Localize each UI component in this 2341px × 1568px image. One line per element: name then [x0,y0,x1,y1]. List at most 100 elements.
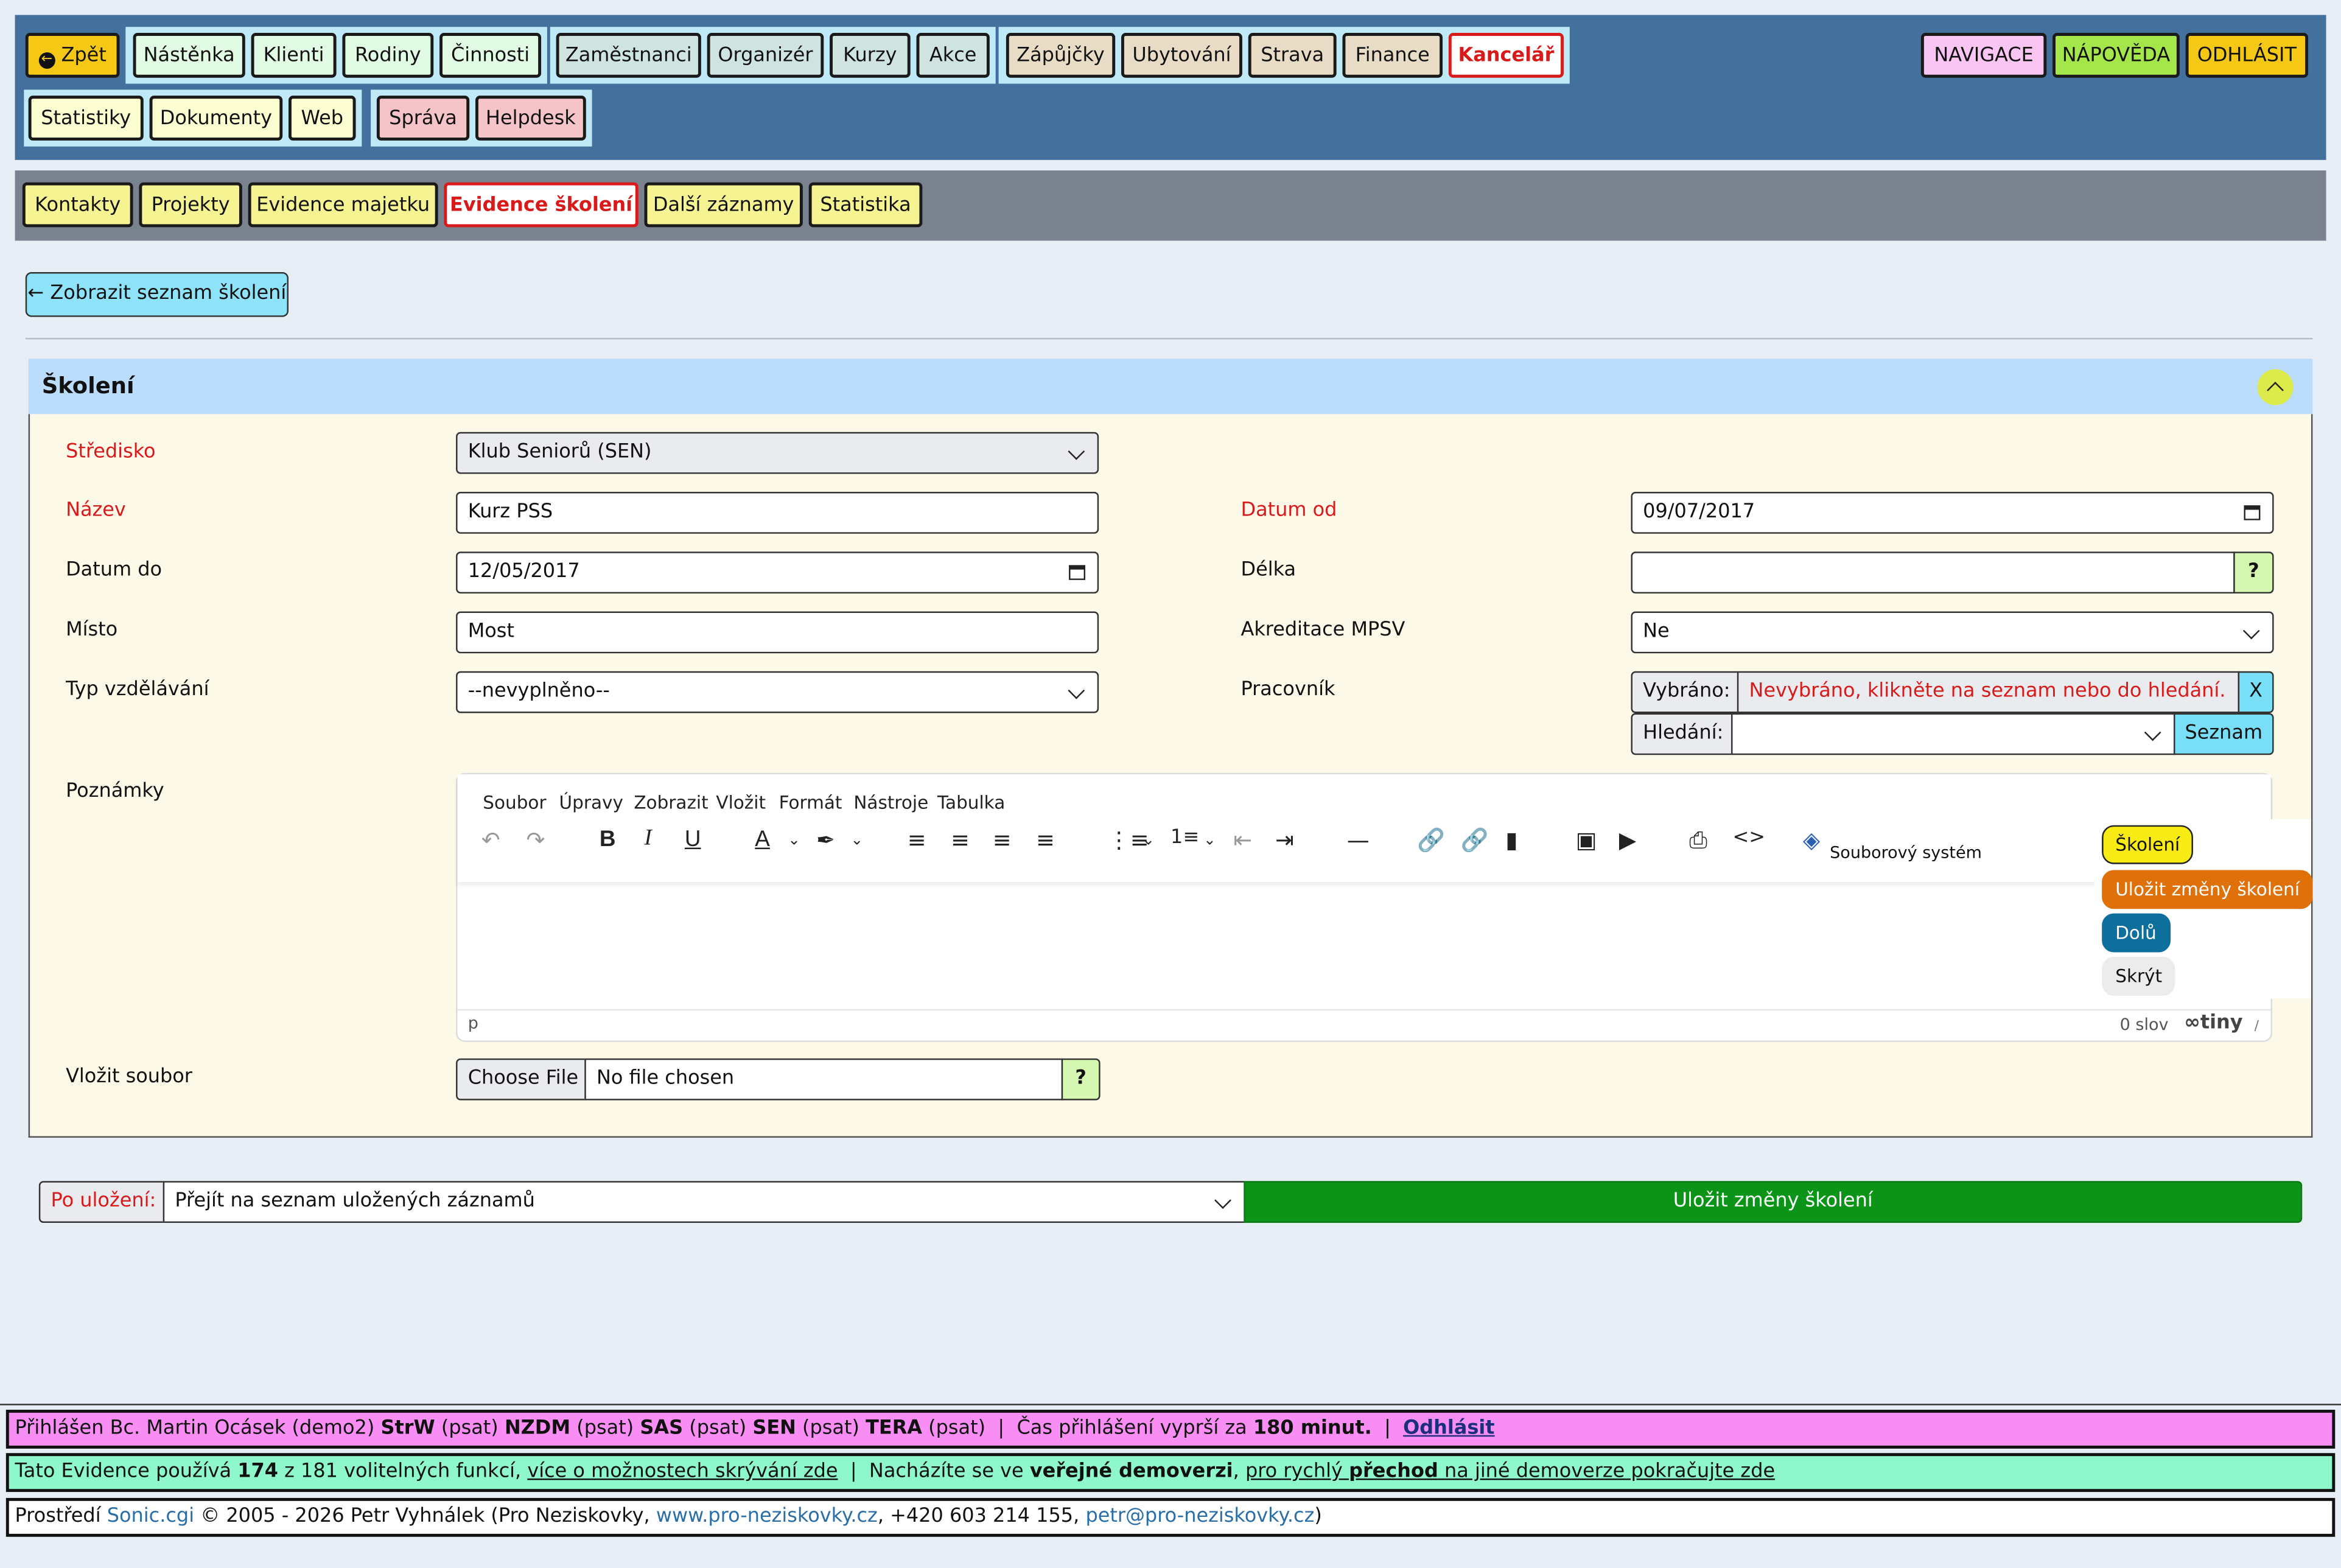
file-system-button[interactable]: Souborový systém [1830,843,1982,863]
nav-strava[interactable]: Strava [1248,33,1337,78]
bold-icon[interactable]: B [600,827,616,852]
nav-kancelar-active[interactable]: Kancelář [1448,33,1564,78]
subnav-projekty[interactable]: Projekty [139,182,242,228]
image-icon[interactable]: ▣ [1576,827,1597,853]
link-icon[interactable]: 🔗 [1417,827,1445,853]
menu-nastroje[interactable]: Nástroje [853,793,928,813]
nav-organizer[interactable]: Organizér [707,33,824,78]
align-justify-icon[interactable]: ≡ [1036,827,1055,853]
nav-finance[interactable]: Finance [1342,33,1443,78]
nav-web[interactable]: Web [289,96,356,141]
poznamky-label: Poznámky [66,780,164,803]
floating-hide-button[interactable]: Skrýt [2102,956,2176,996]
menu-tabulka[interactable]: Tabulka [937,793,1005,813]
highlight-dropdown-icon[interactable]: ⌄ [850,833,863,849]
media-icon[interactable]: ▶ [1619,827,1636,853]
highlight-icon[interactable]: ✒ [816,827,835,853]
back-button[interactable]: ← Zpět [25,33,120,78]
text-color-dropdown-icon[interactable]: ⌄ [788,833,800,849]
menu-upravy[interactable]: Úpravy [559,793,623,813]
odhlasit-button[interactable]: ODHLÁSIT [2185,33,2309,78]
numbered-list-icon[interactable]: 1≡ [1170,827,1199,849]
source-code-icon[interactable]: <> [1733,827,1766,849]
stredisko-select[interactable]: Klub Seniorů (SEN) [456,432,1099,474]
indent-icon[interactable]: ⇥ [1275,827,1294,853]
soubor-help-button[interactable]: ? [1061,1058,1101,1101]
text-color-icon[interactable]: A [755,827,770,852]
calendar-icon[interactable] [2244,504,2261,520]
after-save-select[interactable]: Přejít na seznam uložených záznamů [163,1181,1245,1223]
nav-statistiky[interactable]: Statistiky [28,96,144,141]
perm-mode: (psat) [689,1417,747,1440]
align-right-icon[interactable]: ≡ [993,827,1012,853]
menu-format[interactable]: Formát [779,793,842,813]
pracovnik-clear-button[interactable]: X [2238,671,2274,713]
resize-handle-icon[interactable]: ∕ [2255,1020,2259,1035]
floating-title-button[interactable]: Školení [2102,825,2194,864]
underline-icon[interactable]: U [685,827,701,852]
nav-kurzy[interactable]: Kurzy [830,33,911,78]
nazev-input[interactable]: Kurz PSS [456,492,1099,534]
hiding-options-link[interactable]: více o možnostech skrývání zde [527,1461,838,1483]
napoveda-button[interactable]: NÁPOVĚDA [2052,33,2180,78]
bullet-list-dropdown-icon[interactable]: ⌄ [1142,833,1155,849]
floating-down-button[interactable]: Dolů [2102,913,2170,953]
subnav-evidence-majetku[interactable]: Evidence majetku [248,182,438,228]
undo-icon[interactable]: ↶ [481,827,500,853]
file-system-icon[interactable]: ◈ [1803,827,1820,853]
align-left-icon[interactable]: ≡ [908,827,926,853]
choose-file-button[interactable]: Choose File [456,1058,586,1101]
product-link[interactable]: Sonic.cgi [107,1505,194,1528]
email-link[interactable]: petr@pro-neziskovky.cz [1085,1505,1314,1528]
datum-od-input[interactable]: 09/07/2017 [1631,492,2274,534]
subnav-kontakty[interactable]: Kontakty [22,182,133,228]
nav-nastenka[interactable]: Nástěnka [133,33,245,78]
nav-helpdesk[interactable]: Helpdesk [475,96,586,141]
horizontal-line-icon[interactable]: — [1347,827,1370,853]
subnav-evidence-skoleni-active[interactable]: Evidence školení [444,182,639,228]
floating-save-button[interactable]: Uložit změny školení [2102,870,2314,909]
misto-input[interactable]: Most [456,611,1099,654]
navigace-button[interactable]: NAVIGACE [1920,33,2047,78]
pracovnik-list-button[interactable]: Seznam [2174,713,2274,755]
outdent-icon[interactable]: ⇤ [1233,827,1252,853]
show-training-list-button[interactable]: ← Zobrazit seznam školení [25,271,289,317]
public-demo-text: veřejné demoverzi [1029,1460,1233,1483]
subnav-statistika[interactable]: Statistika [808,182,923,228]
website-link[interactable]: www.pro-neziskovky.cz [656,1505,878,1528]
datum-do-input[interactable]: 12/05/2017 [456,551,1099,594]
menu-zobrazit[interactable]: Zobrazit [634,793,708,813]
nav-cinnosti[interactable]: Činnosti [439,33,542,78]
nav-zamestnanci[interactable]: Zaměstnanci [556,33,701,78]
pracovnik-search-select[interactable] [1731,713,2175,755]
nav-zapujcky[interactable]: Zápůjčky [1006,33,1116,78]
italic-icon[interactable]: I [645,827,652,852]
perm-code: StrW [380,1417,435,1440]
nav-klienti[interactable]: Klienti [251,33,337,78]
typ-select[interactable]: --nevyplněno-- [456,671,1099,713]
align-center-icon[interactable]: ≡ [951,827,970,853]
bookmark-icon[interactable]: ▮ [1505,827,1517,853]
unlink-icon[interactable]: 🔗 [1461,827,1489,853]
other-demos-link[interactable]: pro rychlý přechod na jiné demoverze pok… [1245,1461,1775,1483]
delka-help-button[interactable]: ? [2233,551,2274,594]
subnav-dalsi-zaznamy[interactable]: Další záznamy [644,182,803,228]
nav-dokumenty[interactable]: Dokumenty [149,96,283,141]
nav-sprava[interactable]: Správa [376,96,470,141]
logout-link[interactable]: Odhlásit [1403,1417,1494,1440]
delka-input[interactable] [1631,551,2235,594]
print-icon[interactable]: ⎙ [1689,827,1707,853]
save-changes-button[interactable]: Uložit změny školení [1244,1181,2303,1223]
login-user: Přihlášen Bc. Martin Ocásek (demo2) [15,1417,375,1440]
redo-icon[interactable]: ↷ [527,827,545,853]
numbered-list-dropdown-icon[interactable]: ⌄ [1203,833,1216,849]
menu-soubor[interactable]: Soubor [483,793,546,813]
nav-ubytovani[interactable]: Ubytování [1121,33,1242,78]
misto-label: Místo [66,618,118,642]
akreditace-select[interactable]: Ne [1631,611,2274,654]
menu-vlozit[interactable]: Vložit [716,793,766,813]
nav-rodiny[interactable]: Rodiny [342,33,434,78]
calendar-icon[interactable] [1069,564,1086,580]
collapse-chevron-icon[interactable] [2257,369,2294,405]
nav-akce[interactable]: Akce [916,33,990,78]
